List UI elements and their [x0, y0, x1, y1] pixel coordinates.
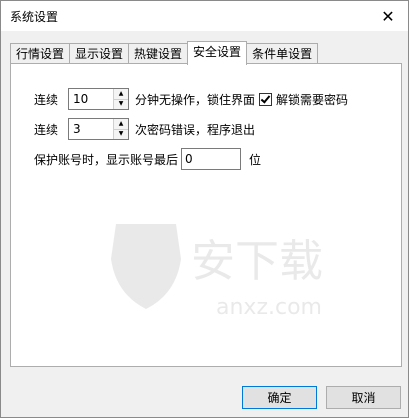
tab-quote-settings[interactable]: 行情设置	[10, 43, 71, 64]
spin-up-icon[interactable]: ▲	[114, 119, 129, 129]
ok-button[interactable]: 确定	[242, 386, 317, 409]
spin-down-icon[interactable]: ▼	[114, 98, 129, 109]
error-suffix-label: 次密码错误，程序退出	[135, 122, 256, 137]
lock-suffix-label: 分钟无操作，锁住界面	[135, 92, 256, 107]
tab-hotkey-settings[interactable]: 热键设置	[128, 43, 189, 64]
lock-prefix-label: 连续	[34, 92, 59, 107]
window-title: 系统设置	[10, 10, 59, 24]
account-digits-input[interactable]: 0	[181, 148, 242, 170]
unlock-password-label[interactable]: 解锁需要密码	[276, 91, 348, 108]
tab-strip: 行情设置 显示设置 热键设置 安全设置 条件单设置	[10, 41, 319, 65]
close-button[interactable]: ✕	[368, 1, 408, 31]
title-bar: 系统设置 ✕	[1, 1, 408, 31]
password-error-row: 连续 3 ▲ ▼ 次密码错误，程序退出	[34, 118, 255, 140]
lock-row: 连续 10 ▲ ▼ 分钟无操作，锁住界面 解锁需要密码	[34, 88, 348, 110]
security-panel: 安下载 anxz.com 连续 10 ▲ ▼ 分钟无操作，锁住界面 解锁需要密码…	[10, 63, 402, 367]
spin-up-icon[interactable]: ▲	[114, 89, 129, 99]
account-mask-row: 保护账号时，显示账号最后 0 位	[34, 148, 261, 170]
tab-conditional-order-settings[interactable]: 条件单设置	[246, 43, 319, 64]
watermark-domain: anxz.com	[216, 295, 322, 320]
watermark-text: 安下载	[191, 236, 323, 287]
settings-dialog: 系统设置 ✕ 行情设置 显示设置 热键设置 安全设置 条件单设置 安下载 anx…	[0, 0, 409, 418]
tab-security-settings[interactable]: 安全设置	[187, 41, 248, 65]
lock-minutes-spinner[interactable]: 10 ▲ ▼	[68, 88, 130, 110]
error-count-value[interactable]: 3	[69, 119, 114, 139]
watermark-logo: 安下载 anxz.com	[111, 224, 323, 320]
error-count-spinner[interactable]: 3 ▲ ▼	[68, 118, 130, 140]
error-prefix-label: 连续	[34, 122, 59, 137]
tab-display-settings[interactable]: 显示设置	[69, 43, 130, 64]
cancel-button[interactable]: 取消	[326, 386, 401, 409]
account-mask-suffix-label: 位	[249, 152, 262, 167]
account-mask-prefix-label: 保护账号时，显示账号最后	[34, 152, 179, 167]
lock-minutes-value[interactable]: 10	[69, 89, 114, 109]
unlock-password-checkbox[interactable]	[259, 92, 273, 106]
spin-down-icon[interactable]: ▼	[114, 128, 129, 139]
